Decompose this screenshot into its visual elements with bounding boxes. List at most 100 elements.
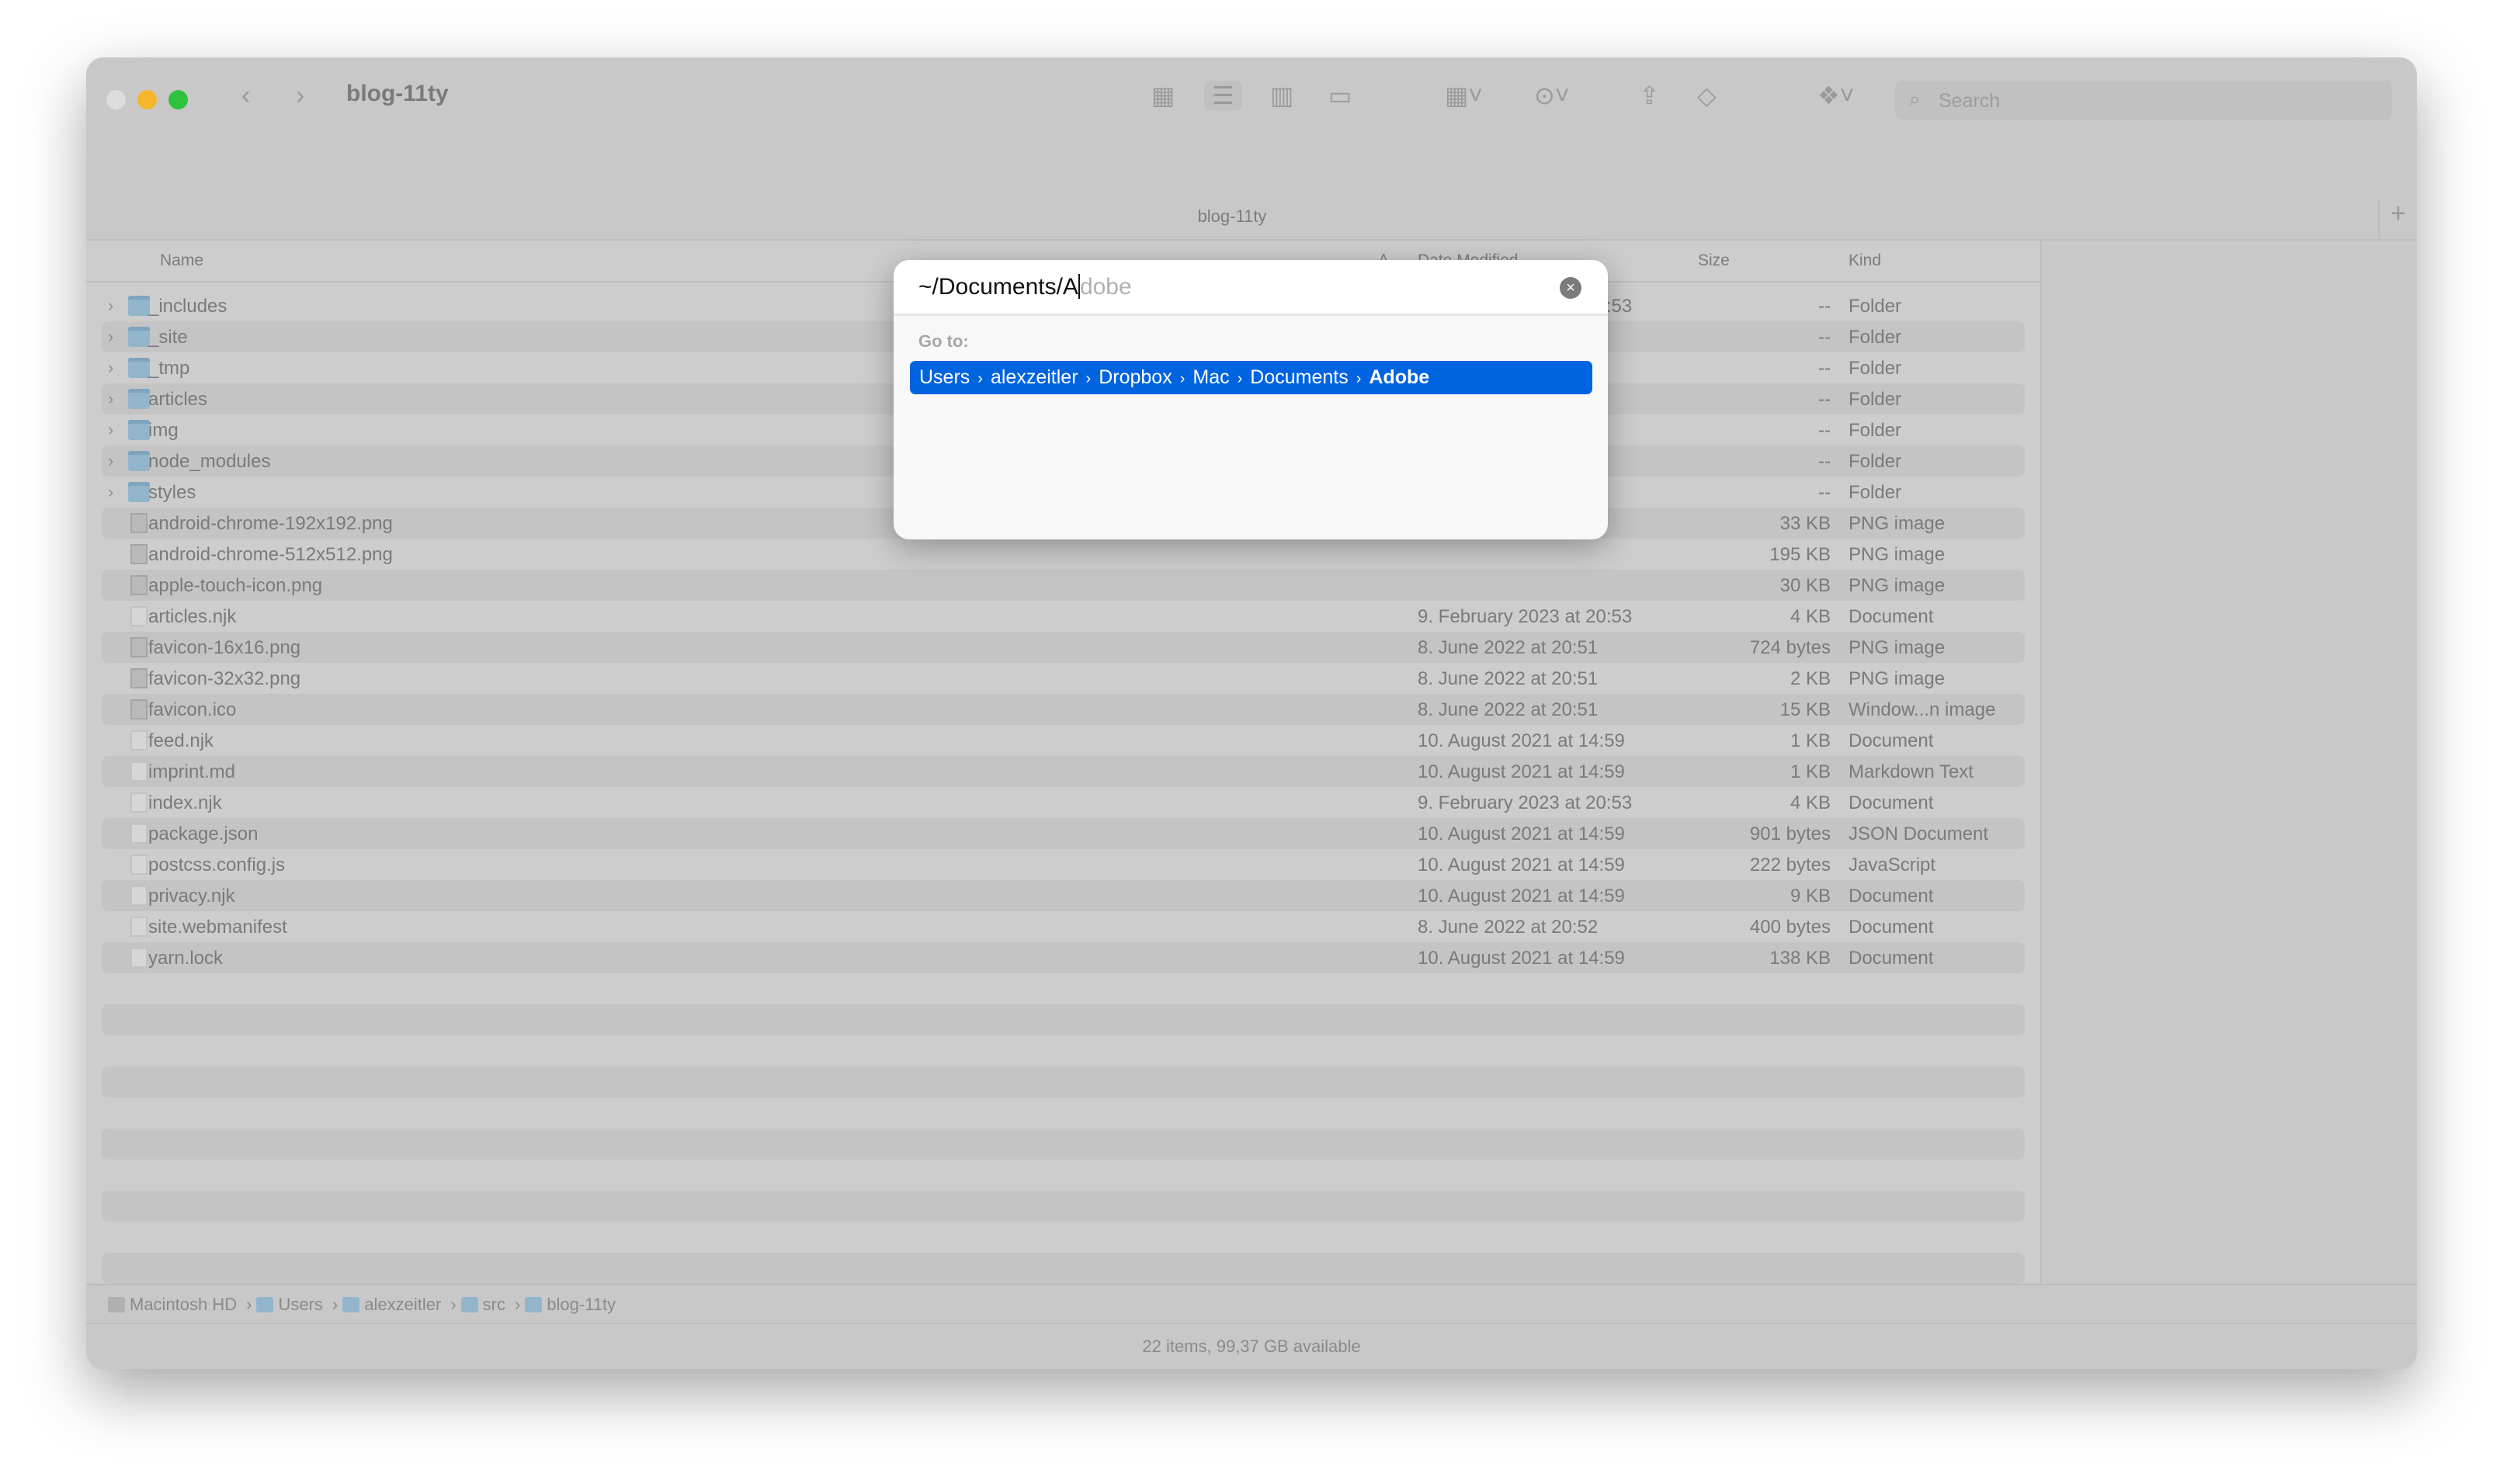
share-icon[interactable]: ⇪ [1639,81,1660,110]
gallery-view-icon[interactable]: ▭ [1328,81,1352,110]
close-button[interactable] [106,90,126,109]
file-size: -- [1818,389,1831,410]
file-size: 2 KB [1790,668,1831,689]
suggestion-part: alexzeitler [990,366,1078,388]
path-label: src [482,1295,505,1314]
file-kind: Document [1849,606,1934,627]
file-size: 724 bytes [1749,637,1831,658]
file-kind: Document [1849,730,1934,751]
file-size: -- [1818,482,1831,503]
more-actions-icon[interactable]: ⊙˅ [1534,81,1570,110]
tag-icon[interactable]: ◇ [1697,81,1717,110]
file-row[interactable]: android-chrome-512x512.png 195 KB PNG imag… [102,539,2025,570]
document-icon [130,823,148,844]
empty-row [102,1066,2025,1097]
file-row[interactable]: feed.njk 10. August 2021 at 14:59 1 KB Docu… [102,725,2025,756]
tab-blog-11ty[interactable]: blog-11ty [86,206,2378,227]
file-row[interactable]: yarn.lock 10. August 2021 at 14:59 138 KB D… [102,942,2025,973]
list-view-icon[interactable]: ☰ [1204,81,1242,110]
path-item[interactable]: Macintosh HD [108,1295,241,1314]
file-kind: Folder [1849,389,1902,410]
file-size: 9 KB [1790,886,1831,907]
file-date: 10. August 2021 at 14:59 [1418,948,1625,969]
file-row[interactable]: apple-touch-icon.png 30 KB PNG image [102,570,2025,601]
file-name: postcss.config.js [148,855,286,875]
forward-button[interactable]: › [296,81,304,111]
path-item[interactable]: src [460,1295,510,1314]
disclosure-chevron-icon[interactable]: › [108,482,113,502]
file-kind: PNG image [1849,575,1946,596]
file-name: android-chrome-192x192.png [148,513,393,534]
file-row[interactable]: package.json 10. August 2021 at 14:59 901 … [102,818,2025,849]
icon-view-icon[interactable]: ▦ [1151,81,1175,110]
document-icon [130,886,148,906]
dropbox-icon[interactable]: ❖˅ [1817,81,1854,110]
new-tab-button[interactable]: + [2378,199,2417,241]
folder-icon [128,358,150,378]
folder-icon [128,327,150,347]
file-name: package.json [148,823,259,844]
file-row[interactable]: articles.njk 9. February 2023 at 20:53 4 K… [102,601,2025,632]
column-kind[interactable]: Kind [1849,251,1881,270]
file-row[interactable]: favicon-32x32.png 8. June 2022 at 20:51 2 … [102,663,2025,694]
zoom-button[interactable] [168,90,188,109]
path-item[interactable]: Users [256,1295,327,1314]
path-label: Users [278,1295,323,1314]
image-icon [130,544,148,564]
file-name: styles [148,482,196,503]
suggestion-selected[interactable]: Users › alexzeitler › Dropbox › Mac › Documents ›… [910,361,1592,394]
path-item[interactable]: blog-11ty [525,1295,620,1314]
document-icon [130,855,148,875]
folder-icon [128,389,150,409]
path-label: alexzeitler [364,1295,442,1314]
file-row[interactable]: favicon-16x16.png 8. June 2022 at 20:51 72… [102,632,2025,663]
file-date: 9. February 2023 at 20:53 [1418,606,1633,627]
file-size: 15 KB [1779,699,1831,720]
file-size: 195 KB [1769,544,1831,565]
file-row[interactable]: imprint.md 10. August 2021 at 14:59 1 KB Ma… [102,756,2025,787]
path-input[interactable]: ~/Documents/Adobe × [894,260,1608,316]
file-row[interactable]: index.njk 9. February 2023 at 20:53 4 KB Do… [102,787,2025,818]
autocomplete-text: dobe [1079,274,1132,300]
file-row[interactable]: postcss.config.js 10. August 2021 at 14:5… [102,849,2025,880]
disclosure-chevron-icon[interactable]: › [108,358,113,378]
path-label: blog-11ty [547,1295,616,1314]
column-size[interactable]: Size [1698,251,1730,270]
disclosure-chevron-icon[interactable]: › [108,451,113,471]
file-size: 1 KB [1790,761,1831,782]
empty-row [102,973,2025,1004]
back-button[interactable]: ‹ [241,81,250,111]
file-size: 30 KB [1779,575,1831,596]
file-date: 10. August 2021 at 14:59 [1418,823,1625,844]
file-size: -- [1818,451,1831,472]
disclosure-chevron-icon[interactable]: › [108,389,113,409]
file-name: _tmp [148,358,190,379]
file-name: site.webmanifest [148,917,287,938]
empty-row [102,1222,2025,1253]
file-name: img [148,420,179,441]
group-icon[interactable]: ▦˅ [1445,81,1483,110]
file-date: 8. June 2022 at 20:51 [1418,668,1599,689]
file-date: 10. August 2021 at 14:59 [1418,730,1625,751]
file-name: yarn.lock [148,948,224,969]
file-size: -- [1818,358,1831,379]
disclosure-chevron-icon[interactable]: › [108,420,113,440]
clear-icon[interactable]: × [1560,277,1581,299]
chevron-right-icon: › [1179,370,1186,387]
minimize-button[interactable] [137,90,157,109]
file-name: apple-touch-icon.png [148,575,323,596]
document-icon [130,761,148,782]
file-row[interactable]: favicon.ico 8. June 2022 at 20:51 15 KB Win… [102,694,2025,725]
file-row[interactable]: privacy.njk 10. August 2021 at 14:59 9 KB D… [102,880,2025,911]
disclosure-chevron-icon[interactable]: › [108,296,113,316]
document-icon [130,792,148,813]
file-row[interactable]: site.webmanifest 8. June 2022 at 20:52 400… [102,911,2025,942]
file-kind: PNG image [1849,544,1946,565]
column-name[interactable]: Name [160,251,203,270]
file-size: -- [1818,420,1831,441]
column-view-icon[interactable]: ▥ [1270,81,1293,110]
file-name: articles.njk [148,606,237,627]
path-item[interactable]: alexzeitler [342,1295,446,1314]
search-field[interactable]: ⌕ Search [1895,81,2392,120]
disclosure-chevron-icon[interactable]: › [108,327,113,347]
